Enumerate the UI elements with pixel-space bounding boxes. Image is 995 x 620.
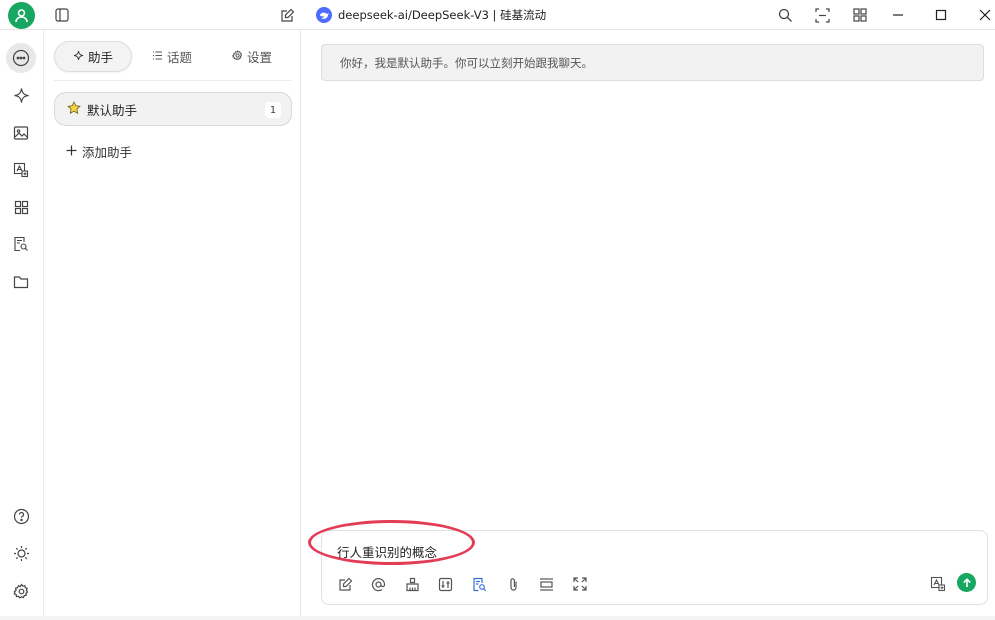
model-title: deepseek-ai/DeepSeek-V3 | 硅基流动 [338, 8, 547, 22]
tab-settings[interactable]: 设置 [212, 41, 292, 72]
send-button[interactable] [957, 573, 976, 592]
adjust-sliders-icon[interactable] [435, 574, 455, 594]
attachment-paperclip-icon[interactable] [503, 574, 523, 594]
add-assistant-button[interactable]: 添加助手 [66, 142, 132, 161]
assistant-item-default[interactable]: 默认助手 1 [54, 92, 292, 126]
help-icon[interactable] [6, 501, 36, 531]
list-icon [152, 49, 163, 64]
assistant-panel: 助手 话题 设置 默认助手 1 添加助手 [45, 30, 301, 620]
image-icon[interactable] [6, 118, 36, 148]
plus-icon [66, 144, 77, 159]
expand-vertical-icon[interactable] [536, 574, 556, 594]
taskbar-strip [0, 616, 995, 620]
knowledge-search-icon[interactable] [6, 229, 36, 259]
theme-sun-icon[interactable] [6, 538, 36, 568]
new-chat-edit-icon[interactable] [277, 5, 297, 25]
model-selector[interactable]: deepseek-ai/DeepSeek-V3 | 硅基流动 [316, 4, 546, 26]
divider [54, 80, 292, 81]
translate-icon[interactable] [928, 574, 948, 594]
gear-icon [232, 49, 243, 64]
deepseek-logo-icon [316, 7, 332, 23]
settings-gear-icon[interactable] [6, 576, 36, 606]
greeting-message: 你好，我是默认助手。你可以立刻开始跟我聊天。 [321, 44, 984, 81]
sidebar-toggle-icon[interactable] [52, 5, 72, 25]
layout-narrow-icon[interactable] [812, 5, 832, 25]
fullscreen-icon[interactable] [570, 574, 590, 594]
title-bar: deepseek-ai/DeepSeek-V3 | 硅基流动 [0, 0, 995, 30]
sparkle-icon [73, 49, 84, 64]
search-icon[interactable] [775, 5, 795, 25]
assistant-name: 默认助手 [87, 102, 138, 118]
panel-tabs: 助手 话题 设置 [54, 40, 292, 72]
clear-broom-icon[interactable] [402, 574, 422, 594]
knowledge-base-icon[interactable] [469, 574, 489, 594]
nav-rail [0, 30, 44, 620]
apps-grid-icon[interactable] [850, 5, 870, 25]
tab-topics[interactable]: 话题 [132, 41, 212, 72]
tab-label: 话题 [166, 49, 192, 65]
tab-label: 助手 [87, 49, 113, 65]
chat-area: 你好，我是默认助手。你可以立刻开始跟我聊天。 行人重识别的概念 [302, 30, 995, 620]
new-topic-icon[interactable] [335, 574, 355, 594]
apps-grid-icon[interactable] [6, 192, 36, 222]
translate-icon[interactable] [6, 155, 36, 185]
minimize-icon[interactable] [888, 5, 908, 25]
folder-icon[interactable] [6, 267, 36, 297]
tab-label: 设置 [246, 49, 272, 65]
topic-count-badge: 1 [265, 102, 281, 118]
add-assistant-label: 添加助手 [82, 145, 133, 160]
close-icon[interactable] [975, 5, 995, 25]
maximize-icon[interactable] [931, 5, 951, 25]
arrow-up-icon [962, 577, 971, 587]
sparkle-icon[interactable] [6, 80, 36, 110]
message-input-box[interactable]: 行人重识别的概念 [308, 520, 988, 605]
tab-assistants[interactable]: 助手 [54, 40, 132, 72]
star-icon [67, 100, 81, 118]
chat-icon[interactable] [6, 43, 36, 73]
message-input[interactable]: 行人重识别的概念 [337, 542, 437, 561]
avatar[interactable] [8, 2, 35, 29]
mention-at-icon[interactable] [368, 574, 388, 594]
